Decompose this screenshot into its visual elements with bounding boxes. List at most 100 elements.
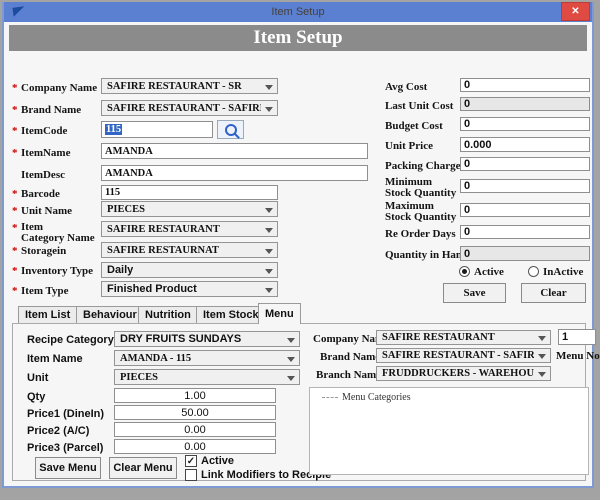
- price1-input[interactable]: 50.00: [114, 405, 276, 420]
- chevron-down-icon: [287, 376, 295, 381]
- barcode-input[interactable]: 115: [101, 185, 278, 200]
- max-stock-label: Maximum Stock Quantity: [385, 201, 456, 223]
- reorder-days-label: Re Order Days: [385, 228, 456, 240]
- clear-button[interactable]: Clear: [521, 283, 586, 303]
- max-stock-input[interactable]: 0: [460, 203, 590, 217]
- panel-company-name-select[interactable]: SAFIRE RESTAURANT: [376, 330, 551, 345]
- company-name-select[interactable]: SAFIRE RESTAURANT - SR: [101, 78, 278, 94]
- required-marker: *: [12, 147, 18, 159]
- chevron-down-icon: [265, 249, 273, 254]
- panel-brand-name-select[interactable]: SAFIRE RESTAURANT - SAFIRE RES: [376, 348, 551, 363]
- recipe-category-label: Recipe Category :: [27, 334, 121, 346]
- active-radio-label: Active: [474, 266, 504, 278]
- company-name-label: Company Name: [21, 82, 98, 94]
- unit-price-input[interactable]: 0.000: [460, 137, 590, 152]
- qty-value: 1.00: [184, 389, 206, 402]
- chevron-down-icon: [538, 354, 546, 359]
- inactive-radio-label: InActive: [543, 266, 584, 278]
- chevron-down-icon: [538, 372, 546, 377]
- avg-cost-value: 0: [464, 79, 471, 91]
- required-marker: *: [12, 265, 18, 277]
- menu-tab-panel: Recipe Category : DRY FRUITS SUNDAYS Ite…: [12, 323, 600, 481]
- price2-input[interactable]: 0.00: [114, 422, 276, 437]
- menu-categories-root-label: Menu Categories: [342, 392, 411, 403]
- last-unit-cost-input: 0: [460, 97, 590, 111]
- item-desc-value: AMANDA: [105, 167, 153, 179]
- tab-menu-label: Menu: [265, 308, 294, 320]
- tab-nutrition[interactable]: Nutrition: [138, 306, 198, 324]
- brand-name-select[interactable]: SAFIRE RESTAURANT - SAFIRE REST: [101, 100, 278, 116]
- qty-in-hand-label: Quantity in Han: [385, 249, 463, 261]
- item-code-search-button[interactable]: [217, 120, 244, 139]
- chevron-down-icon: [265, 269, 273, 274]
- menu-unit-select[interactable]: PIECES: [114, 369, 300, 385]
- menu-item-name-select[interactable]: AMANDA - 115: [114, 350, 300, 366]
- packing-charge-label: Packing Charge: [385, 160, 461, 172]
- item-name-input[interactable]: AMANDA: [101, 143, 368, 159]
- brand-name-value: SAFIRE RESTAURANT - SAFIRE REST: [107, 102, 261, 114]
- active-checkbox[interactable]: ✓: [185, 455, 197, 467]
- qty-in-hand-input: 0: [460, 246, 590, 261]
- budget-cost-input[interactable]: 0: [460, 117, 590, 131]
- item-category-select[interactable]: SAFIRE RESTAURANT: [101, 221, 278, 237]
- window-title: Item Setup: [271, 6, 325, 18]
- inventory-type-select[interactable]: Daily: [101, 262, 278, 278]
- price3-input[interactable]: 0.00: [114, 439, 276, 454]
- barcode-value: 115: [105, 187, 121, 198]
- item-code-input[interactable]: 115: [101, 121, 213, 138]
- unit-name-select[interactable]: PIECES: [101, 201, 278, 217]
- clear-menu-button-label: Clear Menu: [113, 462, 173, 474]
- storagein-select[interactable]: SAFIRE RESTAURNAT: [101, 242, 278, 258]
- inventory-type-label: Inventory Type: [21, 265, 94, 277]
- avg-cost-input[interactable]: 0: [460, 78, 590, 92]
- tab-item-stock[interactable]: Item Stock: [196, 306, 266, 324]
- titlebar: Item Setup: [4, 2, 592, 22]
- unit-price-value: 0.000: [464, 138, 492, 151]
- menu-no-input[interactable]: 1: [558, 329, 596, 345]
- save-button[interactable]: Save: [443, 283, 506, 303]
- chevron-down-icon: [265, 208, 273, 213]
- active-checkbox-label: Active: [201, 455, 235, 467]
- tab-behaviour[interactable]: Behaviour: [76, 306, 144, 324]
- clear-menu-button[interactable]: Clear Menu: [109, 457, 177, 479]
- price2-value: 0.00: [184, 423, 206, 436]
- unit-name-value: PIECES: [107, 203, 145, 215]
- last-unit-cost-label: Last Unit Cost: [385, 100, 454, 112]
- menu-item-name-value: AMANDA - 115: [120, 352, 192, 364]
- reorder-days-input[interactable]: 0: [460, 225, 590, 239]
- tab-item-list[interactable]: Item List: [18, 306, 78, 324]
- tab-menu[interactable]: Menu: [258, 303, 301, 324]
- chevron-down-icon: [538, 336, 546, 341]
- item-type-select[interactable]: Finished Product: [101, 281, 278, 297]
- qty-input[interactable]: 1.00: [114, 388, 276, 403]
- check-icon: ✓: [186, 455, 196, 467]
- price2-label: Price2 (A/C): [27, 425, 90, 437]
- active-radio[interactable]: [459, 266, 470, 277]
- panel-company-name-value: SAFIRE RESTAURANT: [382, 332, 495, 343]
- item-type-value: Finished Product: [107, 283, 197, 295]
- menu-categories-tree[interactable]: Menu Categories: [309, 387, 589, 475]
- close-button[interactable]: ✕: [561, 2, 590, 21]
- price3-value: 0.00: [184, 440, 206, 453]
- qty-label: Qty: [27, 391, 46, 403]
- chevron-down-icon: [287, 357, 295, 362]
- min-stock-input[interactable]: 0: [460, 179, 590, 193]
- min-stock-value: 0: [464, 180, 471, 192]
- link-modifiers-checkbox[interactable]: [185, 469, 197, 481]
- menu-categories-root-node[interactable]: Menu Categories: [322, 392, 411, 403]
- page-title: Item Setup: [253, 27, 343, 48]
- item-code-value: 115: [105, 124, 123, 135]
- panel-branch-name-select[interactable]: FRUDDRUCKERS - WAREHOUSE - FR: [376, 366, 551, 381]
- item-desc-input[interactable]: AMANDA: [101, 165, 368, 181]
- reorder-days-value: 0: [464, 226, 471, 238]
- tab-behaviour-label: Behaviour: [83, 309, 137, 321]
- required-marker: *: [12, 125, 18, 137]
- required-marker: *: [12, 205, 18, 217]
- packing-charge-input[interactable]: 0: [460, 157, 590, 171]
- item-setup-window: Item Setup ✕ Item Setup * Company Name S…: [2, 2, 600, 488]
- save-menu-button[interactable]: Save Menu: [35, 457, 101, 479]
- page-title-bar: Item Setup: [9, 25, 587, 51]
- recipe-category-select[interactable]: DRY FRUITS SUNDAYS: [114, 331, 300, 347]
- screen: Item Setup ✕ Item Setup * Company Name S…: [0, 0, 600, 500]
- inactive-radio[interactable]: [528, 266, 539, 277]
